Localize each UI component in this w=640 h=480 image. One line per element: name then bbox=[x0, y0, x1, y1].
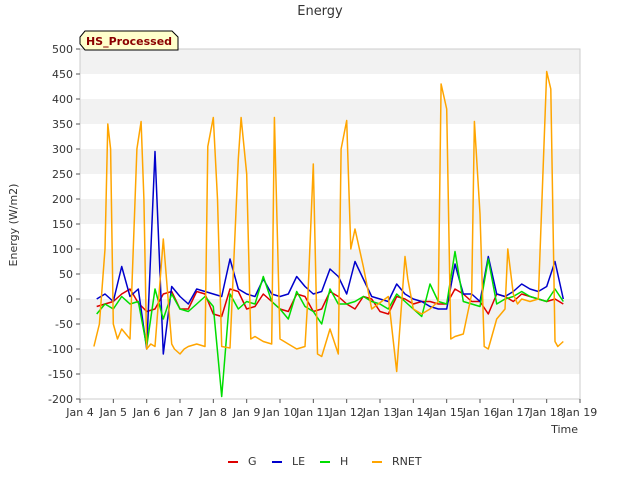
y-tick-label: -150 bbox=[48, 368, 73, 381]
y-tick-label: 200 bbox=[52, 193, 73, 206]
x-tick-label: Jan 10 bbox=[262, 406, 297, 419]
x-tick-label: Jan 15 bbox=[428, 406, 463, 419]
y-tick-label: 250 bbox=[52, 168, 73, 181]
grid-bands bbox=[80, 49, 580, 374]
chart-title: Energy bbox=[297, 4, 343, 19]
x-tick-label: Jan 12 bbox=[328, 406, 363, 419]
y-tick-label: 500 bbox=[52, 43, 73, 56]
grid-band bbox=[80, 349, 580, 374]
y-tick-label: 450 bbox=[52, 68, 73, 81]
y-tick-label: 400 bbox=[52, 93, 73, 106]
y-tick-label: -50 bbox=[55, 318, 73, 331]
x-tick-label: Jan 9 bbox=[232, 406, 260, 419]
legend: G LE H RNET bbox=[228, 455, 422, 468]
grid-band bbox=[80, 49, 580, 74]
y-axis: -200 -150 -100 -50 0 50 100 150 200 250 300 350 400 4… bbox=[48, 43, 80, 406]
energy-chart: -200 -150 -100 -50 0 50 100 150 200 250 300 350 400 4… bbox=[7, 4, 597, 468]
x-tick-label: Jan 8 bbox=[199, 406, 227, 419]
y-tick-label: 150 bbox=[52, 218, 73, 231]
y-tick-label: 0 bbox=[66, 293, 73, 306]
y-axis-label: Energy (W/m2) bbox=[7, 184, 20, 267]
y-tick-label: -100 bbox=[48, 343, 73, 356]
grid-band bbox=[80, 99, 580, 124]
y-tick-label: 300 bbox=[52, 143, 73, 156]
x-tick-label: Jan 6 bbox=[132, 406, 160, 419]
x-tick-label: Jan 18 bbox=[528, 406, 563, 419]
grid-band bbox=[80, 199, 580, 224]
x-tick-label: Jan 13 bbox=[362, 406, 397, 419]
x-tick-label: Jan 11 bbox=[295, 406, 330, 419]
annotation-label: HS_Processed bbox=[86, 35, 172, 48]
y-tick-label: -200 bbox=[48, 393, 73, 406]
x-axis-label: Time bbox=[550, 423, 578, 436]
y-tick-label: 350 bbox=[52, 118, 73, 131]
legend-label-g: G bbox=[248, 455, 257, 468]
annotation-box: HS_Processed bbox=[79, 30, 179, 51]
x-tick-label: Jan 7 bbox=[165, 406, 193, 419]
x-tick-label: Jan 19 bbox=[562, 406, 597, 419]
x-tick-label: Jan 5 bbox=[99, 406, 127, 419]
x-tick-label: Jan 17 bbox=[495, 406, 530, 419]
x-tick-label: Jan 16 bbox=[462, 406, 497, 419]
legend-label-le: LE bbox=[292, 455, 305, 468]
y-tick-label: 100 bbox=[52, 243, 73, 256]
legend-label-h: H bbox=[340, 455, 348, 468]
x-tick-label: Jan 4 bbox=[65, 406, 93, 419]
legend-label-rnet: RNET bbox=[392, 455, 422, 468]
y-tick-label: 50 bbox=[59, 268, 73, 281]
x-axis: Jan 4 Jan 5 Jan 6 Jan 7 Jan 8 Jan 9 Jan 10Jan … bbox=[65, 399, 597, 419]
x-tick-label: Jan 14 bbox=[395, 406, 430, 419]
